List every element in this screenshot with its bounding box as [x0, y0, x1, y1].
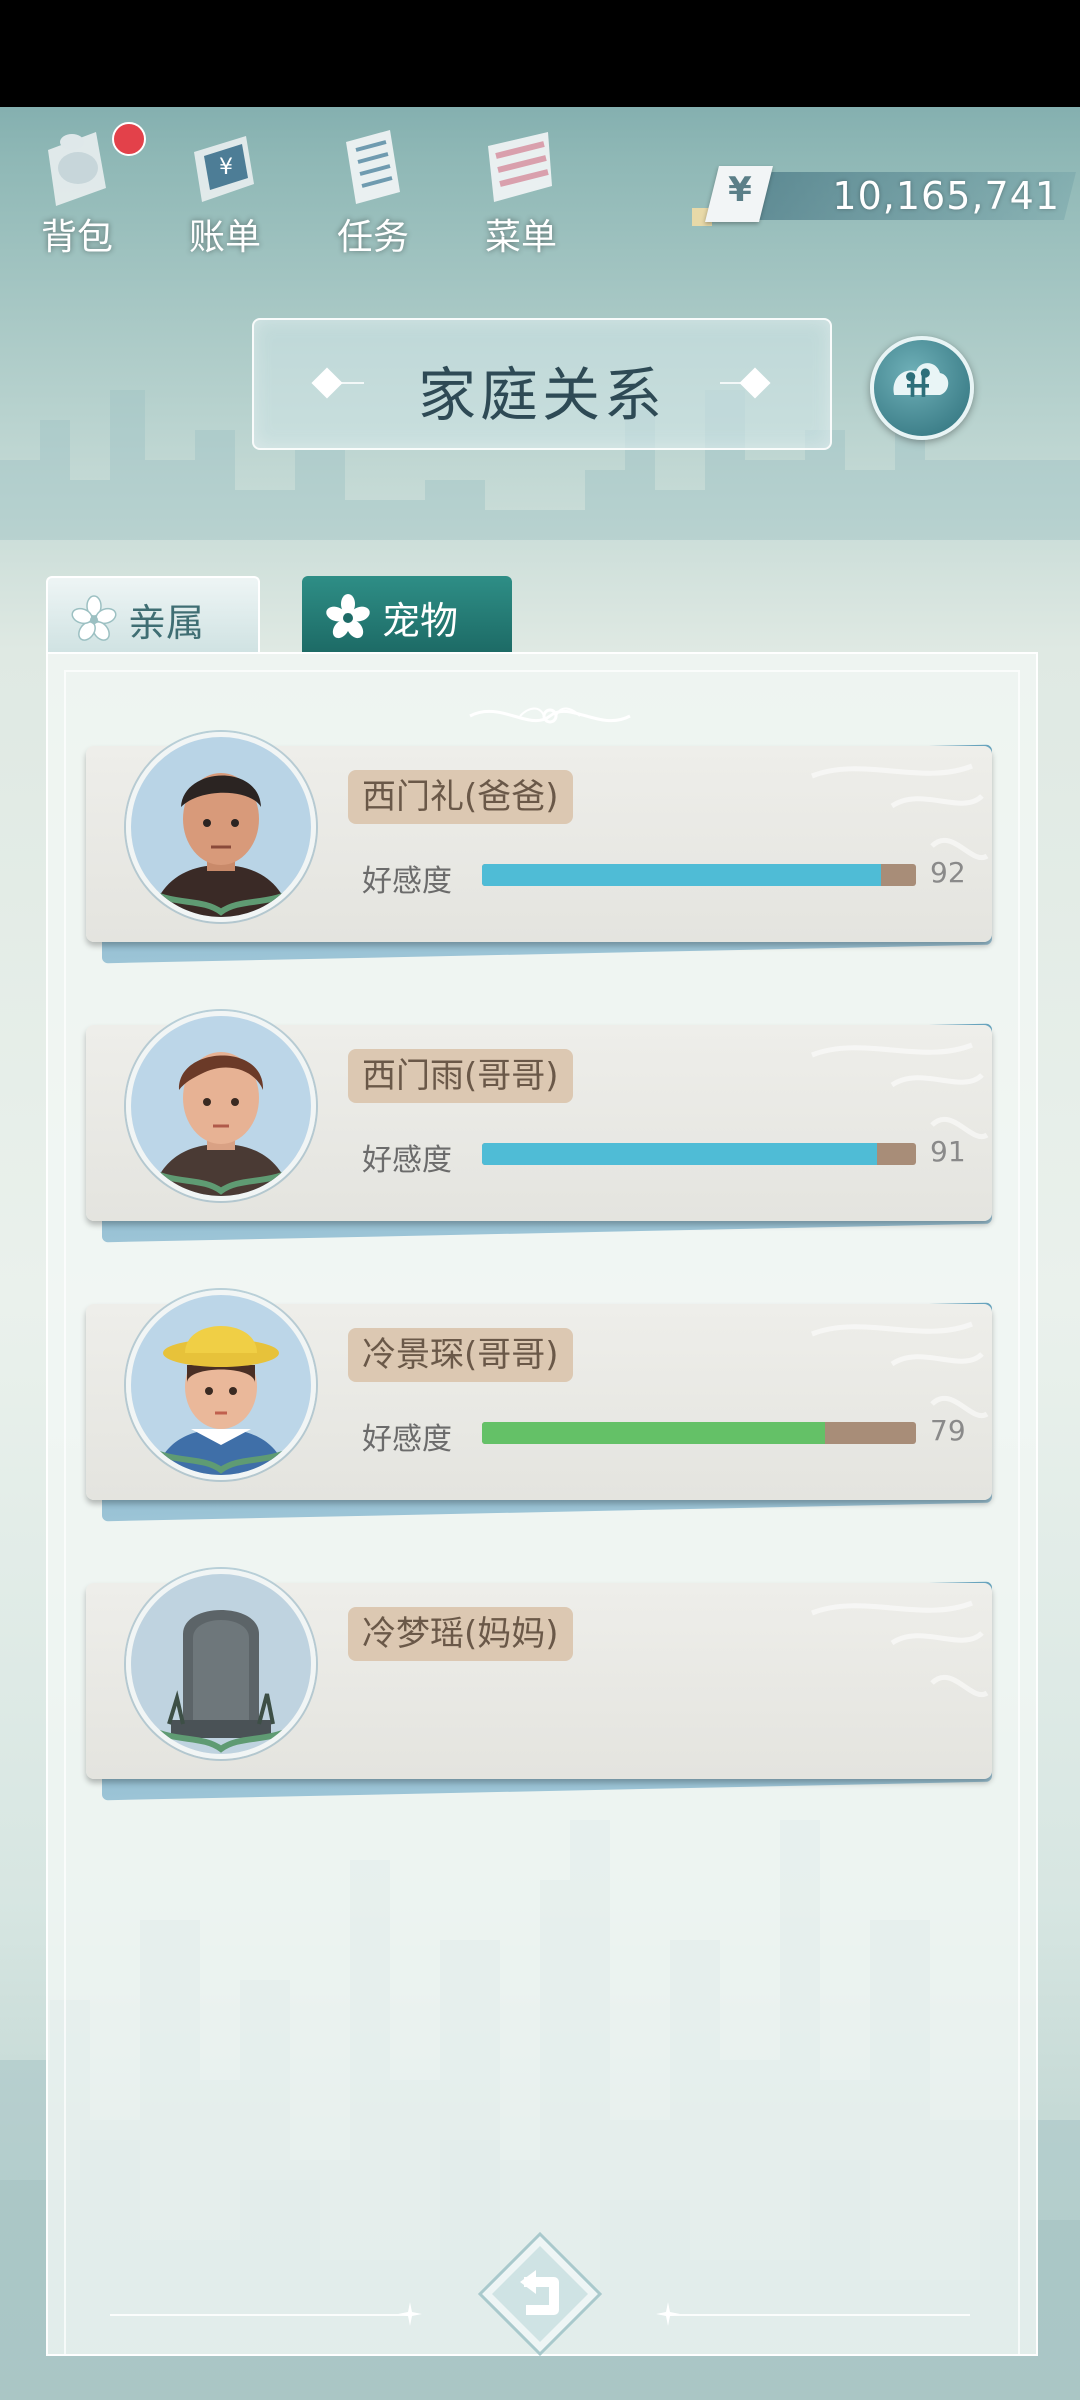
- affection-label: 好感度: [362, 864, 452, 899]
- affection-bar: [482, 1143, 916, 1165]
- status-bar: [0, 0, 1080, 107]
- affection-label: 好感度: [362, 1143, 452, 1178]
- bottom-line-left: [110, 2314, 410, 2316]
- menu-label-bill: 账单: [188, 217, 261, 258]
- back-arrow-icon: [477, 2231, 603, 2357]
- menu-backpack[interactable]: 背包: [12, 120, 146, 260]
- currency-value: 10,165,741: [832, 174, 1060, 218]
- flower-icon: [326, 594, 370, 639]
- svg-text:¥: ¥: [219, 155, 233, 180]
- flower-icon: [71, 595, 117, 641]
- tab-label-pets: 宠物: [382, 599, 459, 643]
- currency-display: ¥ 10,165,741: [690, 166, 1076, 226]
- card-flourish-decoration: [811, 1042, 989, 1140]
- affection-bar: [482, 864, 916, 886]
- menu-task[interactable]: 任务: [308, 120, 438, 260]
- menu-bill[interactable]: ¥ 账单: [160, 120, 290, 260]
- flourish-ornament: [469, 707, 631, 724]
- relative-name: 冷梦瑶(妈妈): [348, 1607, 573, 1661]
- affection-value: 91: [930, 1135, 966, 1168]
- task-list-icon: [346, 130, 400, 204]
- relative-card[interactable]: 冷景琛(哥哥) 好感度 79: [86, 1290, 996, 1522]
- tombstone-avatar: [126, 1569, 316, 1759]
- menu-icon: [488, 132, 552, 202]
- tab-label-relatives: 亲属: [128, 601, 205, 645]
- father-avatar: [126, 732, 316, 922]
- affection-bar-fill: [482, 864, 882, 886]
- brother-yellow-hat-avatar: [126, 1290, 316, 1480]
- menu-label-task: 任务: [336, 217, 409, 258]
- back-button[interactable]: [476, 2230, 604, 2358]
- affection-bar-fill: [482, 1422, 825, 1444]
- brother-yellow-hat-avatar-image: [131, 1295, 311, 1475]
- family-tree-icon: [893, 363, 949, 397]
- menu-menu[interactable]: 菜单: [456, 120, 586, 260]
- page-title: 家庭关系: [417, 361, 666, 429]
- affection-label: 好感度: [362, 1422, 452, 1457]
- brother-avatar: [126, 1011, 316, 1201]
- backpack-icon: [48, 132, 106, 206]
- relative-card[interactable]: 西门礼(爸爸) 好感度 92: [86, 732, 996, 964]
- bottom-line-right: [670, 2314, 970, 2316]
- father-avatar-image: [131, 737, 311, 917]
- affection-bar: [482, 1422, 916, 1444]
- relative-name: 西门雨(哥哥): [348, 1049, 573, 1103]
- tab-relatives[interactable]: 亲属: [46, 576, 260, 654]
- card-flourish-decoration: [811, 763, 989, 861]
- card-flourish-decoration: [811, 1600, 989, 1698]
- relative-name: 冷景琛(哥哥): [348, 1328, 573, 1382]
- card-flourish-decoration: [811, 1321, 989, 1419]
- brother-avatar-image: [131, 1016, 311, 1196]
- bill-icon: ¥: [194, 136, 254, 202]
- relative-card[interactable]: 西门雨(哥哥) 好感度 91: [86, 1011, 996, 1243]
- notification-dot: [112, 122, 146, 156]
- menu-label-backpack: 背包: [40, 217, 113, 258]
- family-help-button[interactable]: [870, 336, 974, 440]
- relative-card[interactable]: 冷梦瑶(妈妈): [86, 1569, 996, 1801]
- tombstone-icon: [131, 1574, 311, 1754]
- relative-name: 西门礼(爸爸): [348, 770, 573, 824]
- page-title-box: 家庭关系: [252, 318, 832, 450]
- sparkle-icon: [398, 2302, 422, 2326]
- tab-pets[interactable]: 宠物: [302, 576, 512, 652]
- title-line-right: [720, 382, 760, 384]
- affection-bar-fill: [482, 1143, 877, 1165]
- affection-value: 79: [930, 1414, 966, 1447]
- menu-label-menu: 菜单: [484, 217, 557, 258]
- affection-value: 92: [930, 856, 966, 889]
